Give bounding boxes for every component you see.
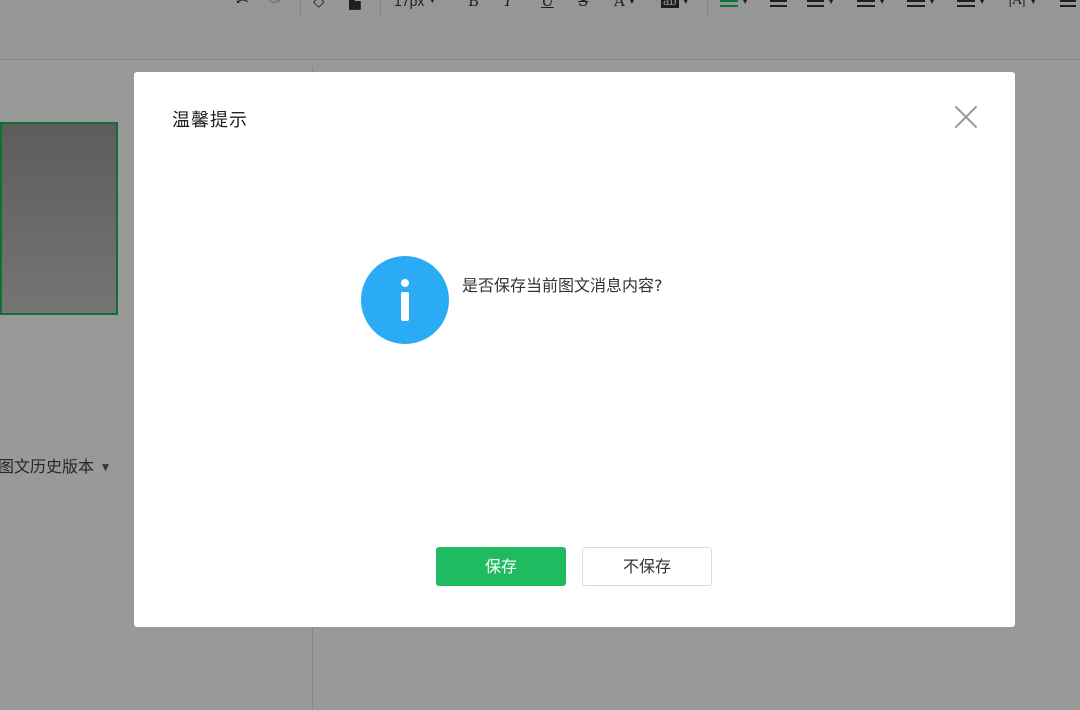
- close-icon[interactable]: [951, 102, 981, 132]
- save-button[interactable]: 保存: [436, 547, 566, 586]
- dont-save-button[interactable]: 不保存: [582, 547, 712, 586]
- dialog-message: 是否保存当前图文消息内容?: [462, 276, 663, 295]
- info-icon-dot: [401, 279, 409, 287]
- save-prompt-dialog: 温馨提示 是否保存当前图文消息内容? 保存 不保存: [134, 72, 1015, 627]
- info-icon-stem: [401, 292, 409, 321]
- info-icon: [361, 256, 449, 344]
- dialog-title: 温馨提示: [172, 110, 248, 131]
